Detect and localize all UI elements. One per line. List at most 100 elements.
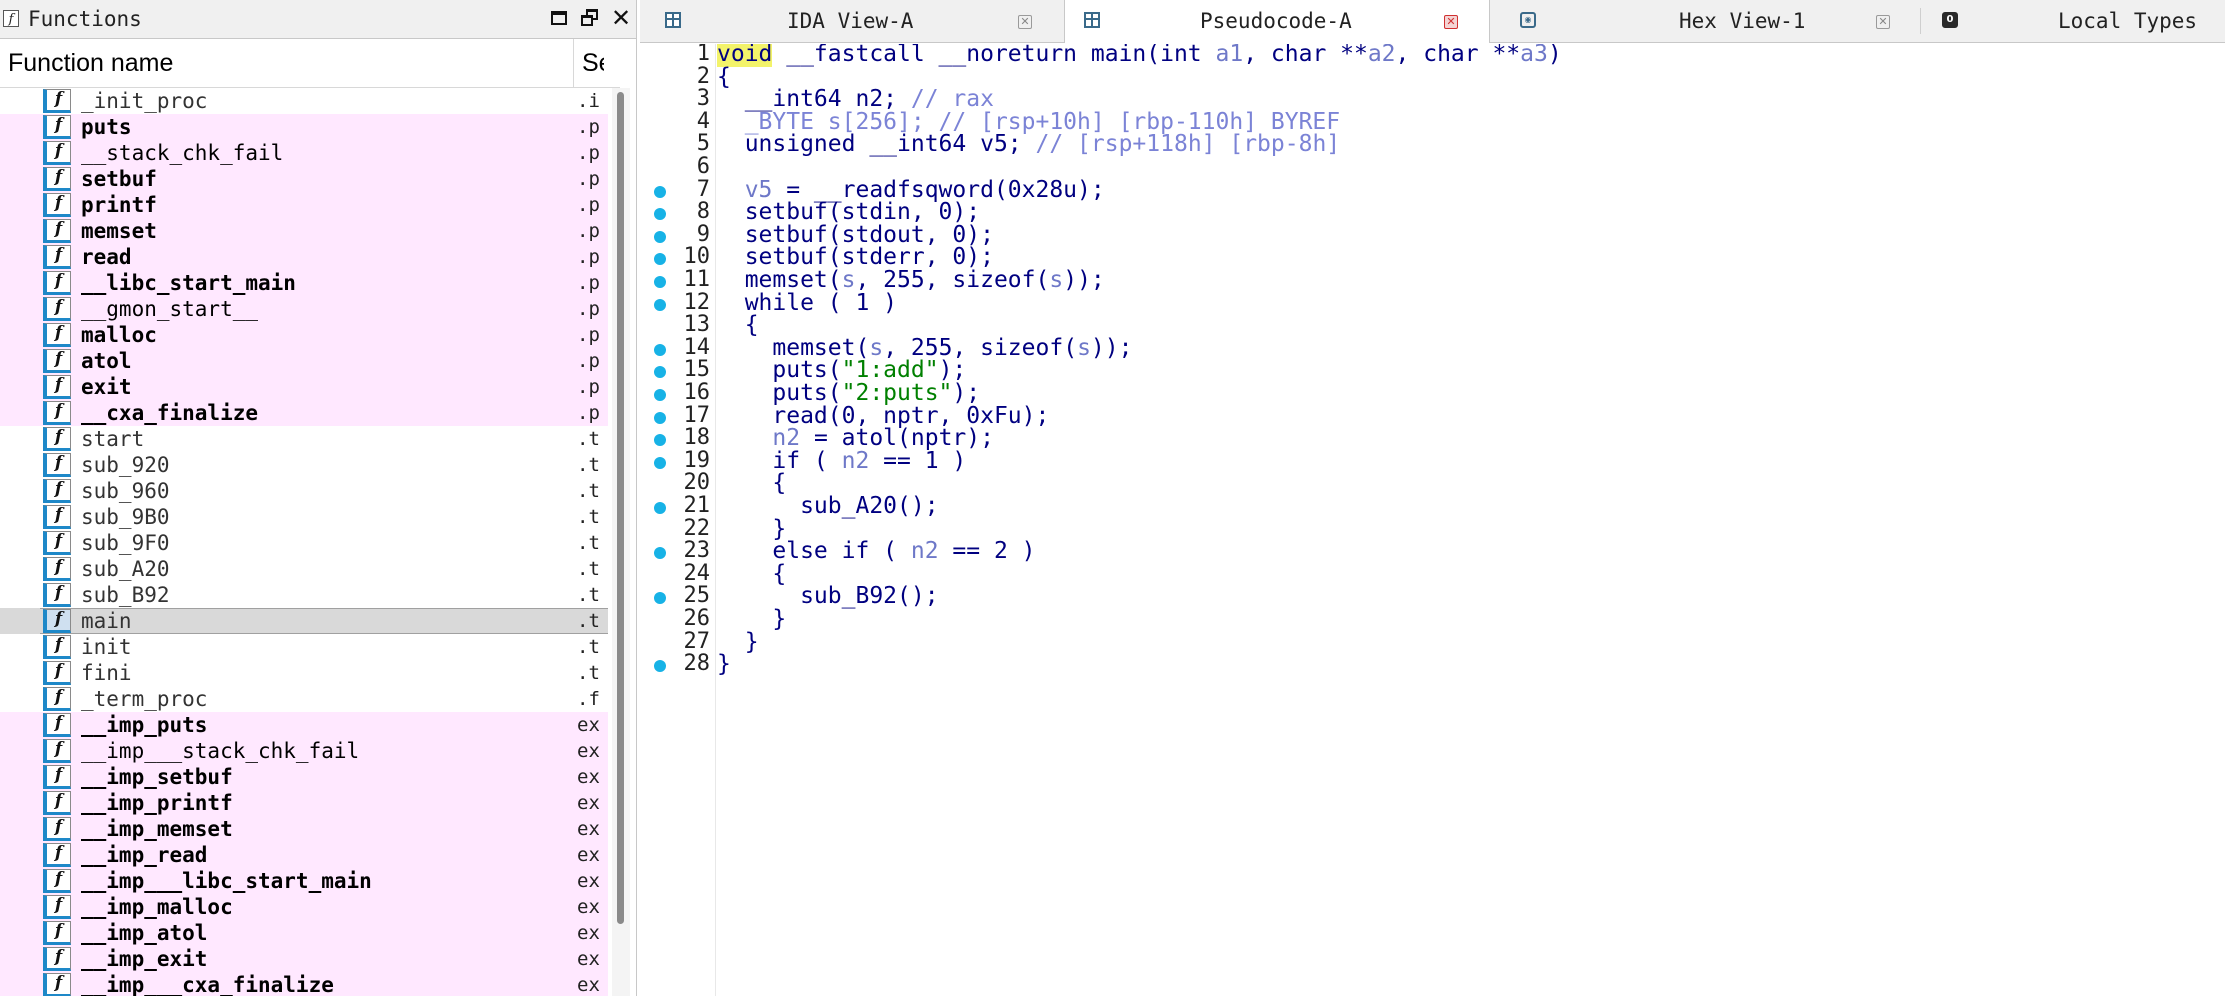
function-icon: f xyxy=(43,739,71,763)
function-name: __imp_malloc xyxy=(81,895,233,919)
function-icon: f xyxy=(43,219,71,243)
function-name: __imp_read xyxy=(81,843,208,867)
function-segment: .p xyxy=(577,142,600,164)
close-icon: ✕ xyxy=(610,4,632,32)
tab-separator xyxy=(1920,8,1921,34)
functions-titlebar[interactable]: f Functions ✕ xyxy=(0,0,636,39)
function-row[interactable]: f __imp_printf ex xyxy=(0,790,608,816)
function-row[interactable]: f fini .t xyxy=(0,660,608,686)
function-segment: ex xyxy=(577,948,600,970)
function-row[interactable]: f sub_A20 .t xyxy=(0,556,608,582)
function-name: __imp_exit xyxy=(81,947,208,971)
function-row[interactable]: f printf .p xyxy=(0,192,608,218)
function-segment: .t xyxy=(577,532,600,554)
function-segment: ex xyxy=(577,714,600,736)
function-segment: .t xyxy=(577,558,600,580)
function-name: sub_960 xyxy=(81,479,170,503)
function-row[interactable]: f __imp_memset ex xyxy=(0,816,608,842)
function-segment: .t xyxy=(577,610,600,632)
function-name: __gmon_start__ xyxy=(81,297,259,321)
close-panel-button[interactable]: ✕ xyxy=(608,4,634,32)
function-segment: .t xyxy=(577,480,600,502)
function-name: sub_A20 xyxy=(81,557,170,581)
function-icon: f xyxy=(43,193,71,217)
code-line[interactable]: 28} xyxy=(640,648,2225,680)
function-icon: f xyxy=(43,531,71,555)
function-name: __imp___libc_start_main xyxy=(81,869,372,893)
function-segment: ex xyxy=(577,922,600,944)
function-row[interactable]: f setbuf .p xyxy=(0,166,608,192)
function-row[interactable]: f sub_B92 .t xyxy=(0,582,608,608)
function-segment: ex xyxy=(577,844,600,866)
function-segment: .p xyxy=(577,168,600,190)
column-divider[interactable] xyxy=(573,39,574,87)
maximize-button[interactable] xyxy=(546,4,572,32)
function-segment: .t xyxy=(577,636,600,658)
tab-close-icon[interactable]: ✕ xyxy=(1444,15,1458,29)
function-icon: f xyxy=(43,973,71,996)
function-row[interactable]: f sub_9F0 .t xyxy=(0,530,608,556)
function-row[interactable]: f sub_920 .t xyxy=(0,452,608,478)
function-icon: f xyxy=(43,635,71,659)
scrollbar-thumb[interactable] xyxy=(617,92,624,924)
function-row[interactable]: f _term_proc .f xyxy=(0,686,608,712)
function-row[interactable]: f read .p xyxy=(0,244,608,270)
function-name: exit xyxy=(81,375,132,399)
function-row[interactable]: f init .t xyxy=(0,634,608,660)
function-row[interactable]: f puts .p xyxy=(0,114,608,140)
function-name: __imp_setbuf xyxy=(81,765,233,789)
function-row[interactable]: f __imp___libc_start_main ex xyxy=(0,868,608,894)
function-row[interactable]: f memset .p xyxy=(0,218,608,244)
pseudocode-view[interactable]: 1 void __fastcall __noreturn main(int a1,… xyxy=(640,44,2225,996)
column-header-segment[interactable]: Se xyxy=(582,49,604,78)
function-row[interactable]: f __imp_read ex xyxy=(0,842,608,868)
function-row[interactable]: f __imp_setbuf ex xyxy=(0,764,608,790)
function-row[interactable]: f start .t xyxy=(0,426,608,452)
column-header-function-name[interactable]: Function name xyxy=(8,49,173,78)
function-row[interactable]: f _init_proc .i xyxy=(0,88,608,114)
tab-close-icon[interactable]: ✕ xyxy=(1876,15,1890,29)
function-row[interactable]: f __imp_exit ex xyxy=(0,946,608,972)
function-name: __imp_puts xyxy=(81,713,208,737)
tab-hex-view-1[interactable]: ◉ Hex View-1 ✕ xyxy=(1492,0,1917,42)
functions-scrollbar[interactable] xyxy=(612,88,630,996)
function-icon: f xyxy=(43,791,71,815)
code-text: } xyxy=(717,648,731,680)
breakpoint-dot-icon[interactable] xyxy=(654,660,666,673)
function-row[interactable]: f atol .p xyxy=(0,348,608,374)
function-row[interactable]: f __imp_malloc ex xyxy=(0,894,608,920)
function-row[interactable]: f __imp___cxa_finalize ex xyxy=(0,972,608,996)
tab-close-icon[interactable]: ✕ xyxy=(1018,15,1032,29)
float-window-button[interactable] xyxy=(577,4,603,32)
function-segment: ex xyxy=(577,792,600,814)
tab-label: Pseudocode-A xyxy=(1200,9,1352,33)
function-segment: .p xyxy=(577,194,600,216)
functions-panel-title: Functions xyxy=(28,7,142,31)
tab-local-types[interactable]: 0 Local Types xyxy=(1922,0,2225,42)
function-name: __imp_printf xyxy=(81,791,233,815)
tab-ida-view-a[interactable]: IDA View-A ✕ xyxy=(640,0,1060,42)
function-row[interactable]: f __stack_chk_fail .p xyxy=(0,140,608,166)
tab-label: IDA View-A xyxy=(787,9,914,33)
function-name: setbuf xyxy=(81,167,157,191)
function-row[interactable]: f sub_9B0 .t xyxy=(0,504,608,530)
function-segment: ex xyxy=(577,818,600,840)
function-row[interactable]: f __libc_start_main .p xyxy=(0,270,608,296)
function-row[interactable]: f __gmon_start__ .p xyxy=(0,296,608,322)
tab-pseudocode-a[interactable]: Pseudocode-A ✕ xyxy=(1064,0,1490,43)
function-row[interactable]: f __imp_atol ex xyxy=(0,920,608,946)
function-name: sub_920 xyxy=(81,453,170,477)
hex-icon: ◉ xyxy=(1520,12,1536,28)
function-row[interactable]: f sub_960 .t xyxy=(0,478,608,504)
function-row[interactable]: f main .t xyxy=(0,608,608,634)
types-icon: 0 xyxy=(1942,12,1958,28)
function-name: main xyxy=(81,609,132,633)
function-icon: f xyxy=(43,895,71,919)
function-row[interactable]: f __imp___stack_chk_fail ex xyxy=(0,738,608,764)
function-row[interactable]: f malloc .p xyxy=(0,322,608,348)
function-row[interactable]: f __cxa_finalize .p xyxy=(0,400,608,426)
function-icon: f xyxy=(43,115,71,139)
function-row[interactable]: f exit .p xyxy=(0,374,608,400)
function-row[interactable]: f __imp_puts ex xyxy=(0,712,608,738)
function-segment: .t xyxy=(577,428,600,450)
